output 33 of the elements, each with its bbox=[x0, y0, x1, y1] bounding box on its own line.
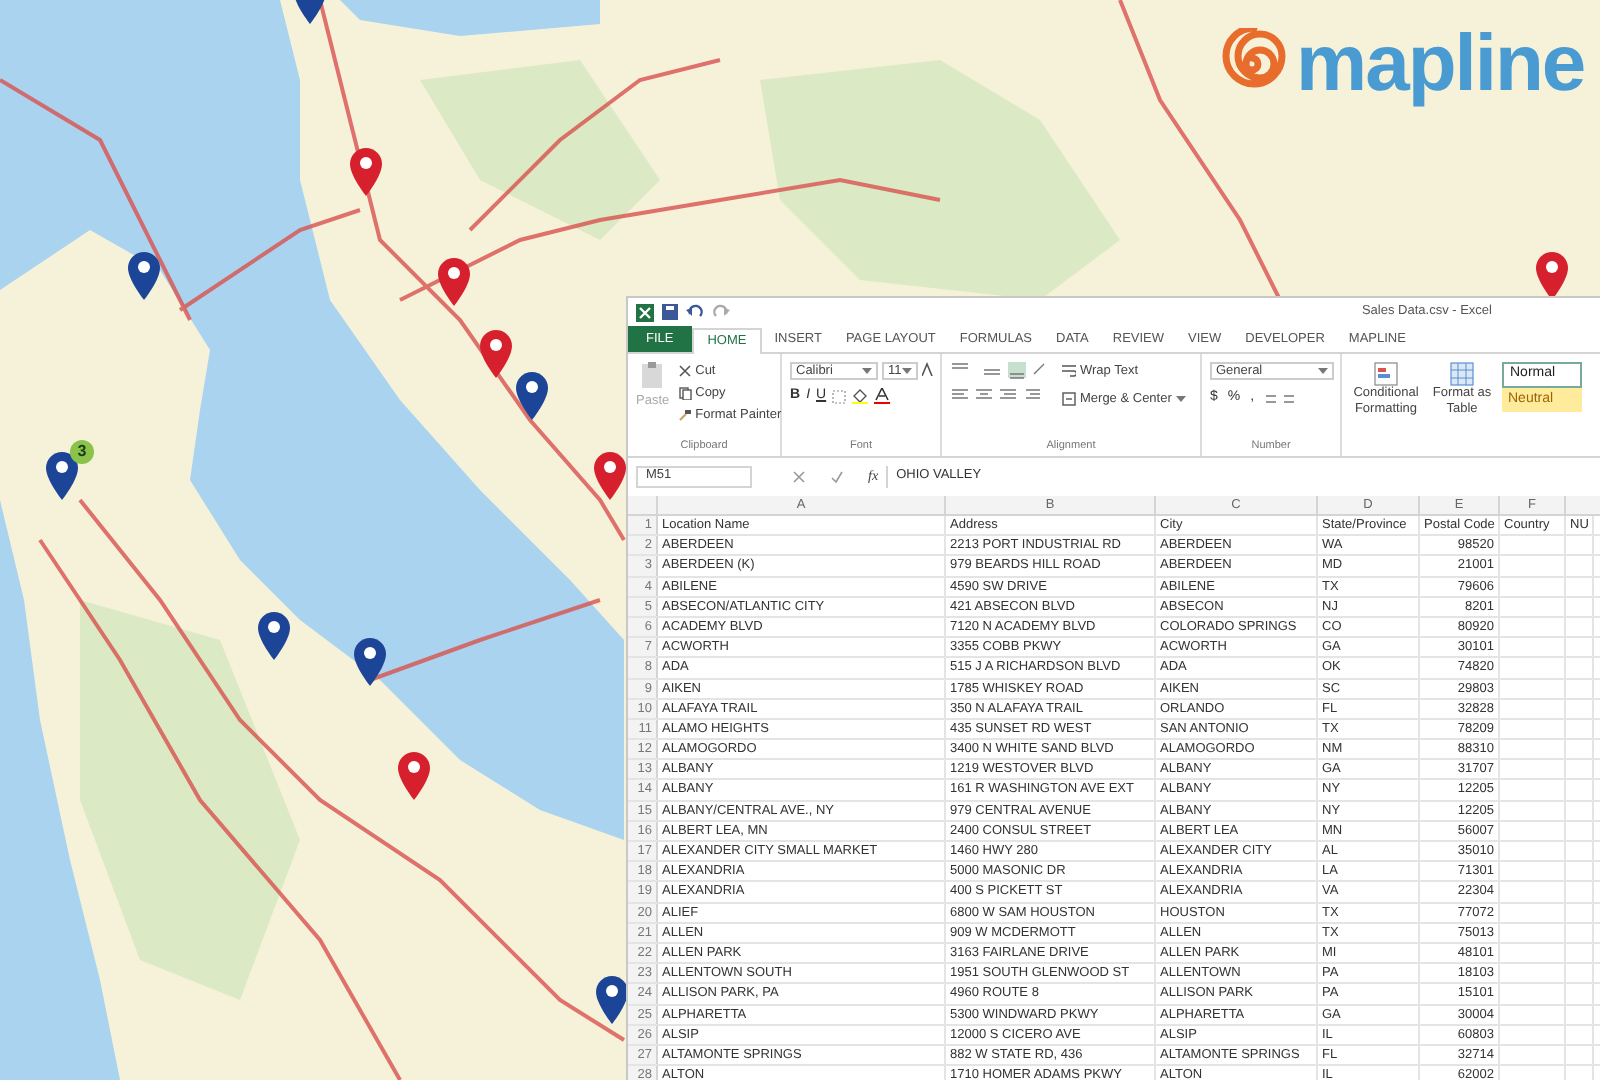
map-pin-icon[interactable] bbox=[258, 612, 290, 660]
undo-icon[interactable] bbox=[686, 304, 704, 320]
caret-icon bbox=[1318, 367, 1328, 375]
font-color-icon[interactable] bbox=[874, 388, 891, 405]
caret-icon bbox=[902, 367, 912, 375]
map-pin-icon[interactable] bbox=[594, 452, 626, 500]
fill-color-icon[interactable] bbox=[852, 388, 869, 405]
decimal-icons[interactable] bbox=[1264, 391, 1297, 406]
clipboard-icon bbox=[640, 362, 665, 390]
merge-cells-icon bbox=[1062, 392, 1076, 407]
map-pin-icon[interactable] bbox=[350, 148, 382, 196]
conditional-formatting-icon bbox=[1374, 362, 1398, 386]
cut-icon bbox=[677, 364, 692, 379]
save-icon[interactable] bbox=[662, 304, 678, 320]
table-icon bbox=[1450, 362, 1474, 386]
cancel-icon[interactable] bbox=[792, 469, 806, 483]
map-pin-icon[interactable] bbox=[398, 752, 430, 800]
caret-icon bbox=[862, 367, 872, 375]
grow-font-icon[interactable] bbox=[922, 362, 934, 376]
map-pin-icon[interactable] bbox=[354, 638, 386, 686]
format-painter-icon bbox=[677, 407, 692, 422]
map-pin-icon[interactable] bbox=[46, 452, 78, 500]
map-pin-icon[interactable] bbox=[516, 372, 548, 420]
check-icon[interactable] bbox=[830, 469, 844, 483]
wrap-text-icon bbox=[1062, 364, 1076, 379]
logo-wordmark: mapline bbox=[1296, 24, 1585, 104]
map-pin-icon[interactable] bbox=[480, 330, 512, 378]
map-pin-icon[interactable] bbox=[596, 976, 628, 1024]
map-pin-icon[interactable] bbox=[438, 258, 470, 306]
map-pin-icon[interactable] bbox=[128, 252, 160, 300]
caret-icon bbox=[1175, 395, 1186, 404]
copy-icon bbox=[677, 386, 692, 401]
spreadsheet-app-icon bbox=[636, 303, 654, 321]
